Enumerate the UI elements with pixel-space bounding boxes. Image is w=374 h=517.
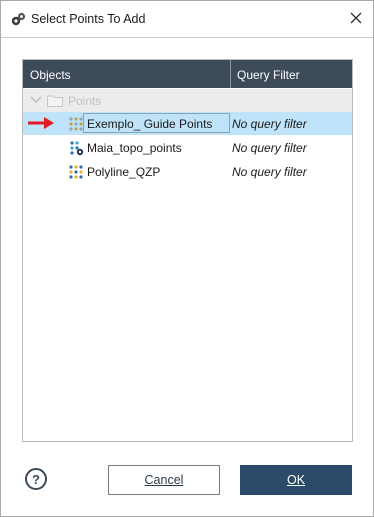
item-label: Polyline_QZP <box>87 165 161 179</box>
folder-label: Points <box>68 94 102 108</box>
ok-button[interactable]: OK <box>240 465 352 495</box>
chevron-down-icon[interactable] <box>30 95 42 105</box>
help-button[interactable]: ? <box>25 468 47 490</box>
tree-item-polyline-qzp[interactable]: Polyline_QZP No query filter <box>23 160 352 183</box>
title-bar: Select Points To Add <box>1 1 373 37</box>
tree-folder-points[interactable]: Points <box>23 89 352 112</box>
item-query-filter[interactable]: No query filter <box>232 117 307 131</box>
red-arrow-icon <box>28 117 54 129</box>
points-object-icon <box>70 141 84 156</box>
column-header-query-filter[interactable]: Query Filter <box>231 60 352 88</box>
close-icon <box>350 12 362 24</box>
item-query-filter[interactable]: No query filter <box>232 141 307 155</box>
folder-icon <box>47 95 63 107</box>
column-header-objects[interactable]: Objects <box>23 60 230 88</box>
cancel-button-label: Cancel <box>144 473 184 487</box>
select-points-dialog: Select Points To Add Objects Query Filte… <box>0 0 374 517</box>
app-logo-icon <box>11 12 26 26</box>
window-title: Select Points To Add <box>31 12 146 26</box>
cancel-button[interactable]: Cancel <box>108 465 220 495</box>
points-object-icon <box>69 117 83 131</box>
item-label: Maia_topo_points <box>87 141 182 155</box>
objects-tree[interactable]: Objects Query Filter Points Exemplo_ Gui… <box>22 59 353 442</box>
item-label: Exemplo_ Guide Points <box>87 117 213 131</box>
points-object-icon <box>69 165 83 179</box>
ok-button-label: OK <box>286 473 306 487</box>
item-query-filter[interactable]: No query filter <box>232 165 307 179</box>
close-button[interactable] <box>339 1 373 35</box>
tree-item-maia-topo-points[interactable]: Maia_topo_points No query filter <box>23 136 352 159</box>
tree-header: Objects Query Filter <box>23 60 352 88</box>
tree-item-exemplo-guide-points[interactable]: Exemplo_ Guide Points No query filter <box>23 112 352 135</box>
title-separator <box>1 37 373 38</box>
